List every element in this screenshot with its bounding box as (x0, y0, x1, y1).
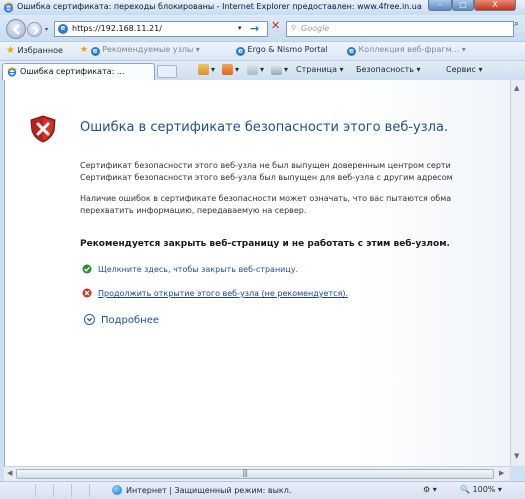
continue-to-site-link[interactable]: Продолжить открытие этого веб-узла (не р… (82, 288, 348, 298)
maximize-button[interactable]: □ (452, 0, 474, 11)
search-provider-icon: ⚲ (291, 24, 297, 32)
close-button[interactable]: X (474, 0, 516, 11)
scroll-down-icon[interactable]: ▼ (514, 452, 519, 460)
horizontal-scroll-thumb[interactable]: ||| (16, 468, 494, 479)
ergo-nismo-link[interactable]: e Ergo & Nismo Portal (236, 45, 328, 56)
home-dropdown-icon[interactable]: ▾ (211, 65, 215, 74)
risk-explanation: Наличие ошибок в сертификате безопасност… (80, 193, 451, 217)
recent-pages-dropdown-icon[interactable]: ▾ (45, 26, 48, 33)
more-information-label: Подробнее (101, 315, 160, 326)
suggested-sites-label: Рекомендуемые узлы ▾ (102, 45, 200, 54)
ie-logo-icon (3, 2, 14, 13)
tools-menu[interactable]: Сервис ▾ (446, 65, 482, 74)
status-bar: Интернет | Защищенный режим: выкл. ⚙ ▾ 🔍… (0, 481, 525, 499)
forward-button[interactable] (27, 22, 42, 37)
add-favorite-icon: ★ (80, 45, 89, 55)
page-icon: e (236, 47, 245, 56)
more-information-toggle[interactable]: Подробнее (84, 314, 159, 326)
explanation-line: Сертификат безопасности этого веб-узла н… (80, 161, 451, 170)
forward-arrow-icon (33, 26, 39, 35)
ergo-nismo-label: Ergo & Nismo Portal (247, 45, 328, 54)
url-input[interactable]: https://192.168.11.21/ (72, 24, 162, 33)
error-shield-icon (30, 115, 56, 143)
search-input[interactable]: Google (301, 24, 329, 33)
tab-bar: Ошибка сертификата: ... ▾ ▾ ▾ ▾ Страница… (0, 60, 525, 80)
favorites-star-icon: ★ (6, 45, 15, 56)
mail-icon[interactable] (247, 64, 258, 75)
safety-menu[interactable]: Безопасность ▾ (356, 65, 421, 74)
security-zone[interactable]: Интернет | Защищенный режим: выкл. (112, 485, 291, 495)
status-cell (54, 484, 72, 497)
new-tab-button[interactable] (157, 65, 177, 78)
favorites-label: Избранное (17, 46, 63, 55)
stop-icon[interactable]: ✕ (271, 19, 280, 32)
title-bar: Ошибка сертификата: переходы блокированы… (0, 0, 525, 15)
print-icon[interactable] (271, 64, 282, 75)
status-cell (36, 484, 54, 497)
scroll-grip-icon: ||| (242, 468, 248, 477)
back-button[interactable] (6, 19, 26, 39)
status-cell (22, 484, 36, 497)
close-page-link[interactable]: Щелкните здесь, чтобы закрыть веб-страни… (82, 264, 298, 274)
zoom-icon: 🔍 (460, 485, 470, 494)
horizontal-scrollbar[interactable]: ◀ ||| ▶ (4, 466, 510, 481)
tab-certificate-error[interactable]: Ошибка сертификата: ... (2, 63, 155, 80)
scroll-left-icon[interactable]: ◀ (7, 469, 12, 477)
back-arrow-icon (12, 24, 20, 35)
vertical-scrollbar[interactable]: ▲ ▼ (510, 80, 525, 466)
favorites-button[interactable]: ★ Избранное (6, 45, 63, 56)
page-icon: e (58, 24, 68, 34)
zone-label: Интернет | Защищенный режим: выкл. (126, 486, 292, 495)
suggested-sites-link[interactable]: ★ e Рекомендуемые узлы ▾ (80, 45, 200, 56)
feeds-dropdown-icon[interactable]: ▾ (235, 65, 239, 74)
page-content: Ошибка в сертификате безопасности этого … (4, 80, 510, 466)
ie-window: Ошибка сертификата: переходы блокированы… (0, 0, 525, 499)
status-cell (72, 484, 90, 497)
mail-dropdown-icon[interactable]: ▾ (260, 65, 264, 74)
explanation-line: Сертификат безопасности этого веб-узла б… (80, 173, 453, 182)
green-shield-check-icon (82, 264, 92, 274)
search-box[interactable]: ⚲ Google (286, 21, 514, 37)
minimize-button[interactable]: – (428, 0, 452, 11)
home-icon[interactable] (198, 64, 209, 75)
red-shield-x-icon (82, 288, 92, 298)
search-icon[interactable]: ⌕ (514, 19, 519, 29)
window-title: Ошибка сертификата: переходы блокированы… (17, 2, 422, 11)
expand-chevron-icon (84, 314, 95, 325)
close-page-label: Щелкните здесь, чтобы закрыть веб-страни… (98, 265, 299, 274)
zoom-level: 100% (472, 485, 496, 494)
risk-line: перехватить информацию, передаваемую на … (80, 206, 307, 215)
address-bar[interactable]: e https://192.168.11.21/ ▾ → (54, 21, 268, 37)
web-slice-gallery-link[interactable]: e Коллекция веб-фрагм... ▾ (347, 45, 466, 56)
tab-label: Ошибка сертификата: ... (20, 67, 125, 76)
page-icon: e (347, 47, 356, 56)
recommendation-text: Рекомендуется закрыть веб-страницу и не … (80, 239, 450, 249)
continue-label: Продолжить открытие этого веб-узла (не р… (98, 289, 348, 298)
scroll-right-icon[interactable]: ▶ (499, 469, 504, 477)
certificate-explanation: Сертификат безопасности этого веб-узла н… (80, 160, 453, 184)
page-title: Ошибка в сертификате безопасности этого … (80, 120, 449, 135)
favorites-bar: ★ Избранное ★ e Рекомендуемые узлы ▾ e E… (0, 41, 525, 60)
address-dropdown-icon[interactable]: ▾ (238, 24, 242, 32)
web-slice-gallery-label: Коллекция веб-фрагм... ▾ (358, 45, 466, 54)
page-menu[interactable]: Страница ▾ (296, 65, 344, 74)
go-arrow-icon[interactable]: → (250, 22, 259, 35)
page-icon: e (90, 47, 100, 56)
zoom-control[interactable]: 🔍 100% ▾ (460, 485, 502, 494)
privacy-settings-icon[interactable]: ⚙ ▾ (423, 485, 437, 494)
feeds-icon[interactable] (222, 64, 233, 75)
internet-zone-icon (112, 485, 122, 495)
scroll-up-icon[interactable]: ▲ (514, 84, 519, 92)
ie-logo-icon (7, 67, 17, 77)
risk-line: Наличие ошибок в сертификате безопасност… (80, 194, 452, 203)
print-dropdown-icon[interactable]: ▾ (284, 65, 288, 74)
